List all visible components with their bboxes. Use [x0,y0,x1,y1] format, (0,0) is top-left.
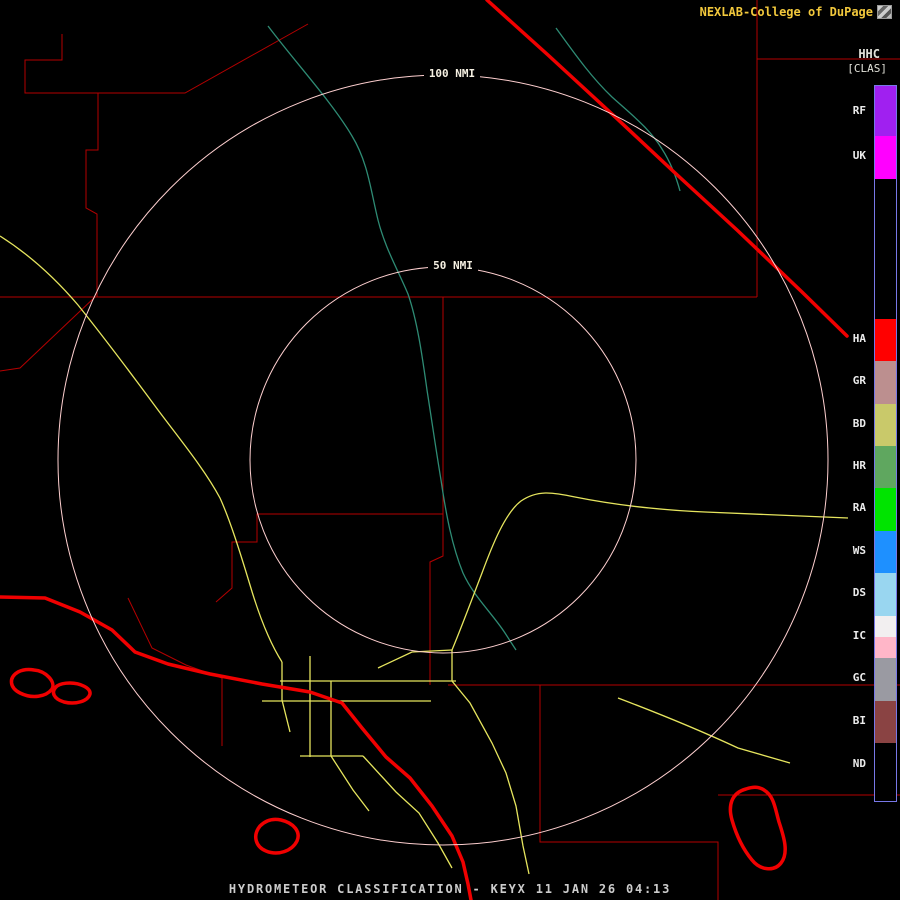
legend-label-ws: WS [852,544,866,557]
road [281,662,291,733]
legend-label-uk: UK [852,149,866,162]
radar-map: 100 NMI 50 NMI [0,0,900,900]
lake-outline [9,667,55,699]
legend-label-gc: GC [852,671,866,684]
county-line [539,685,719,900]
legend-segment-HR [875,446,896,488]
legend-segment-IC-light [875,616,896,637]
legend-title: HHC [858,47,880,61]
interstate [485,0,849,338]
road [451,492,849,651]
legend-segment-BI [875,701,896,743]
legend-segment-gap [875,179,896,319]
road [362,755,453,869]
legend-segment-RA [875,488,896,531]
legend-segment-WS [875,531,896,573]
lake-outline [728,785,787,871]
interstate [0,595,473,900]
legend-segment-GR [875,361,896,404]
legend-segment-IC-pink [875,637,896,658]
legend-segment-BD [875,404,896,446]
ring-label-100nmi: 100 NMI [429,67,475,80]
legend-segment-DS [875,573,896,616]
cod-logo-icon [877,5,892,19]
lake-outline [254,817,300,855]
road [330,755,370,812]
legend-segment-ND [875,743,896,801]
radar-display: 100 NMI 50 NMI NEXLAB-College of DuPage … [0,0,900,900]
lake-outline [51,681,92,705]
river [267,25,517,651]
legend-color-bar [874,85,897,802]
county-line [429,514,444,685]
road [451,650,530,875]
county-line [85,93,99,297]
legend-label-ha: HA [852,332,866,345]
legend-segment-UK [875,136,896,179]
river [555,27,681,192]
legend-label-bd: BD [852,417,866,430]
county-lines [0,0,900,900]
county-line [24,23,309,94]
range-ring-labels: 100 NMI 50 NMI [424,66,480,272]
legend-subtitle: [CLAS] [847,62,887,75]
legend-label-ra: RA [852,501,866,514]
ring-label-50nmi: 50 NMI [433,259,473,272]
legend-segment-RF [875,86,896,136]
legend-label-ds: DS [852,586,866,599]
legend-label-bi: BI [852,714,866,727]
legend-label-hr: HR [852,459,866,472]
legend-label-nd: ND [852,757,866,770]
road [617,697,791,764]
attribution-title: NEXLAB-College of DuPage [699,5,873,19]
interstate-lines [0,0,849,900]
legend-label-ic: IC [852,629,866,642]
legend-label-gr: GR [852,374,866,387]
legend-segment-GC [875,658,896,701]
legend-segment-HA [875,319,896,361]
road-lines [0,235,849,875]
product-caption: HYDROMETEOR CLASSIFICATION - KEYX 11 JAN… [228,882,672,896]
legend-label-rf: RF [852,104,866,117]
